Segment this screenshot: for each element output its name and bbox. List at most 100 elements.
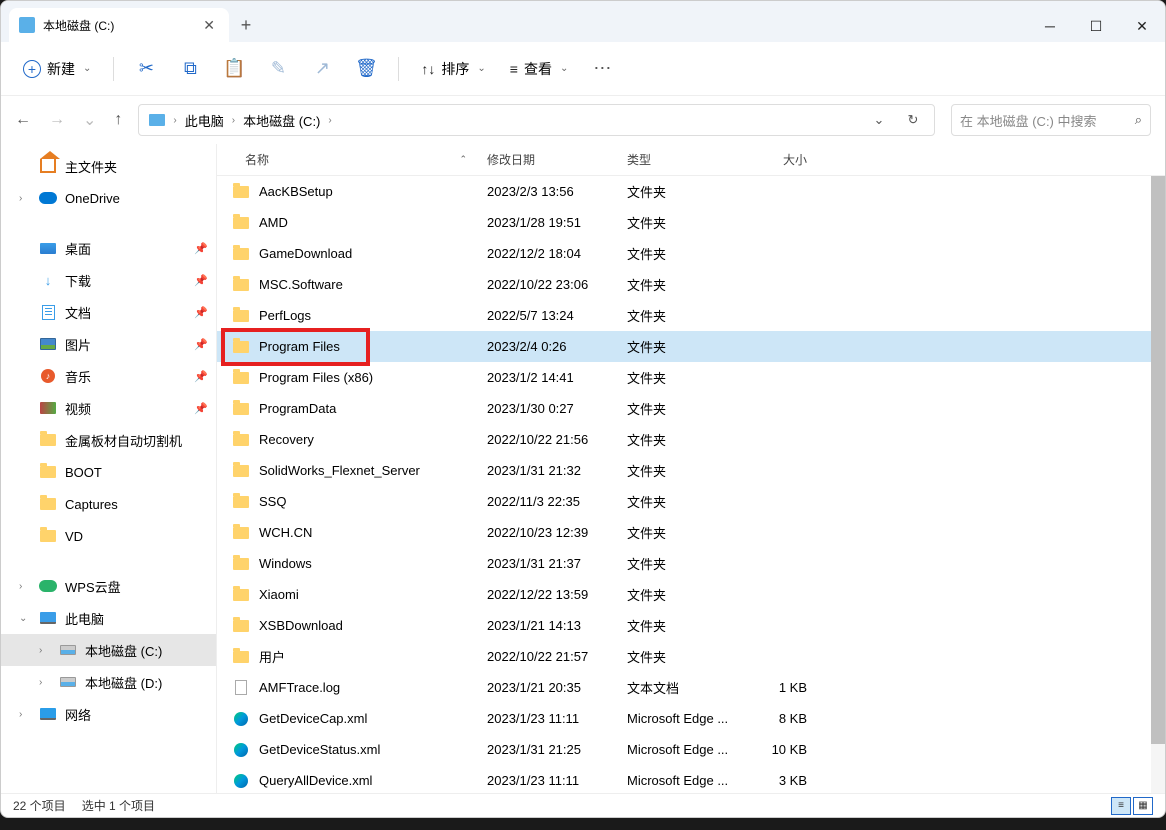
new-button[interactable]: + 新建 ⌄ [13, 53, 101, 85]
breadcrumb-pc[interactable]: 此电脑 [179, 107, 230, 134]
sidebar-drive-d[interactable]: ›本地磁盘 (D:) [1, 666, 216, 698]
sidebar-drive-c[interactable]: ›本地磁盘 (C:) [1, 634, 216, 666]
sidebar-pictures[interactable]: 图片📌 [1, 328, 216, 360]
titlebar: 本地磁盘 (C:) ✕ + ─ ☐ ✕ [1, 1, 1165, 42]
search-placeholder: 在 本地磁盘 (C:) 中搜索 [960, 111, 1097, 130]
sort-button[interactable]: ↑↓ 排序 ⌄ [411, 53, 495, 85]
file-type: 文件夹 [617, 430, 747, 449]
sidebar-music[interactable]: ♪音乐📌 [1, 360, 216, 392]
sidebar-downloads[interactable]: ↓下载📌 [1, 264, 216, 296]
file-row[interactable]: AMFTrace.log2023/1/21 20:35文本文档1 KB [217, 672, 1165, 703]
cut-icon[interactable]: ✂ [126, 49, 166, 89]
picture-icon [39, 336, 57, 352]
chevron-right-icon[interactable]: › [328, 115, 331, 126]
delete-icon[interactable]: 🗑 [346, 49, 386, 89]
column-type[interactable]: 类型 [617, 151, 747, 168]
file-date: 2022/11/3 22:35 [477, 494, 617, 509]
sidebar-wps[interactable]: ›WPS云盘 [1, 570, 216, 602]
file-type: 文件夹 [617, 616, 747, 635]
sidebar-vd[interactable]: VD [1, 520, 216, 552]
file-type: 文件夹 [617, 647, 747, 666]
minimize-button[interactable]: ─ [1027, 10, 1073, 42]
file-row[interactable]: AacKBSetup2023/2/3 13:56文件夹 [217, 176, 1165, 207]
paste-icon[interactable]: 📋 [214, 49, 254, 89]
new-label: 新建 [47, 59, 75, 79]
sidebar-videos[interactable]: 视频📌 [1, 392, 216, 424]
expand-icon[interactable]: ⌄ [19, 613, 27, 624]
sidebar-onedrive[interactable]: ›OneDrive [1, 182, 216, 214]
file-row[interactable]: XSBDownload2023/1/21 14:13文件夹 [217, 610, 1165, 641]
file-row[interactable]: ProgramData2023/1/30 0:27文件夹 [217, 393, 1165, 424]
file-row[interactable]: 用户2022/10/22 21:57文件夹 [217, 641, 1165, 672]
expand-icon[interactable]: › [19, 581, 22, 592]
address-bar[interactable]: › 此电脑 › 本地磁盘 (C:) › ⌄ ↻ [138, 104, 935, 136]
file-row[interactable]: MSC.Software2022/10/22 23:06文件夹 [217, 269, 1165, 300]
file-name: SSQ [259, 494, 477, 509]
forward-button[interactable]: → [49, 111, 65, 129]
sidebar-documents[interactable]: 文档📌 [1, 296, 216, 328]
file-row[interactable]: AMD2023/1/28 19:51文件夹 [217, 207, 1165, 238]
refresh-button[interactable]: ↻ [896, 105, 930, 135]
breadcrumb-root[interactable] [143, 110, 171, 130]
recent-button[interactable]: ⌄ [83, 110, 96, 130]
file-row[interactable]: Program Files2023/2/4 0:26文件夹 [217, 331, 1165, 362]
new-tab-button[interactable]: + [229, 8, 263, 42]
pc-icon [39, 610, 57, 626]
file-row[interactable]: PerfLogs2022/5/7 13:24文件夹 [217, 300, 1165, 331]
file-type: 文件夹 [617, 554, 747, 573]
rename-icon[interactable]: ✎ [258, 49, 298, 89]
sidebar-captures[interactable]: Captures [1, 488, 216, 520]
details-view-button[interactable]: ≡ [1111, 797, 1131, 815]
file-row[interactable]: Windows2023/1/31 21:37文件夹 [217, 548, 1165, 579]
more-icon[interactable]: ⋯ [582, 49, 622, 89]
tab-active[interactable]: 本地磁盘 (C:) ✕ [9, 8, 229, 42]
dropdown-button[interactable]: ⌄ [862, 105, 896, 135]
sidebar-boot[interactable]: BOOT [1, 456, 216, 488]
expand-icon[interactable]: › [39, 677, 42, 688]
file-row[interactable]: GetDeviceStatus.xml2023/1/31 21:25Micros… [217, 734, 1165, 765]
sidebar-desktop[interactable]: 桌面📌 [1, 232, 216, 264]
scroll-thumb[interactable] [1151, 176, 1165, 744]
file-row[interactable]: Recovery2022/10/22 21:56文件夹 [217, 424, 1165, 455]
close-button[interactable]: ✕ [1119, 10, 1165, 42]
breadcrumb-drive[interactable]: 本地磁盘 (C:) [237, 107, 326, 134]
file-row[interactable]: WCH.CN2022/10/23 12:39文件夹 [217, 517, 1165, 548]
copy-icon[interactable]: ⧉ [170, 49, 210, 89]
up-button[interactable]: ↑ [114, 111, 122, 129]
view-button[interactable]: ≡ 查看 ⌄ [500, 53, 579, 85]
chevron-right-icon[interactable]: › [173, 115, 176, 126]
column-name[interactable]: 名称⌃ [217, 151, 477, 168]
back-button[interactable]: ← [15, 111, 31, 129]
file-row[interactable]: GetDeviceCap.xml2023/1/23 11:11Microsoft… [217, 703, 1165, 734]
separator [398, 57, 399, 81]
file-list[interactable]: AacKBSetup2023/2/3 13:56文件夹AMD2023/1/28 … [217, 176, 1165, 793]
folder-icon [39, 432, 57, 448]
file-row[interactable]: SolidWorks_Flexnet_Server2023/1/31 21:32… [217, 455, 1165, 486]
file-name: WCH.CN [259, 525, 477, 540]
chevron-right-icon[interactable]: › [232, 115, 235, 126]
file-row[interactable]: SSQ2022/11/3 22:35文件夹 [217, 486, 1165, 517]
download-icon: ↓ [39, 272, 57, 288]
share-icon[interactable]: ↗ [302, 49, 342, 89]
expand-icon[interactable]: › [19, 709, 22, 720]
file-row[interactable]: GameDownload2022/12/2 18:04文件夹 [217, 238, 1165, 269]
scrollbar[interactable] [1151, 176, 1165, 793]
search-input[interactable]: 在 本地磁盘 (C:) 中搜索 ⌕ [951, 104, 1151, 136]
file-row[interactable]: Xiaomi2022/12/22 13:59文件夹 [217, 579, 1165, 610]
sidebar-home[interactable]: 主文件夹 [1, 150, 216, 182]
file-row[interactable]: QueryAllDevice.xml2023/1/23 11:11Microso… [217, 765, 1165, 793]
expand-icon[interactable]: › [19, 193, 22, 204]
chevron-down-icon: ⌄ [477, 63, 485, 74]
file-row[interactable]: Program Files (x86)2023/1/2 14:41文件夹 [217, 362, 1165, 393]
sidebar-network[interactable]: ›网络 [1, 698, 216, 730]
column-size[interactable]: 大小 [747, 151, 817, 168]
expand-icon[interactable]: › [39, 645, 42, 656]
column-date[interactable]: 修改日期 [477, 151, 617, 168]
sidebar-cut-machine[interactable]: 金属板材自动切割机 [1, 424, 216, 456]
view-label: 查看 [524, 59, 552, 79]
file-date: 2023/1/31 21:32 [477, 463, 617, 478]
tab-close-icon[interactable]: ✕ [199, 17, 219, 34]
tiles-view-button[interactable]: ▦ [1133, 797, 1153, 815]
maximize-button[interactable]: ☐ [1073, 10, 1119, 42]
sidebar-this-pc[interactable]: ⌄此电脑 [1, 602, 216, 634]
